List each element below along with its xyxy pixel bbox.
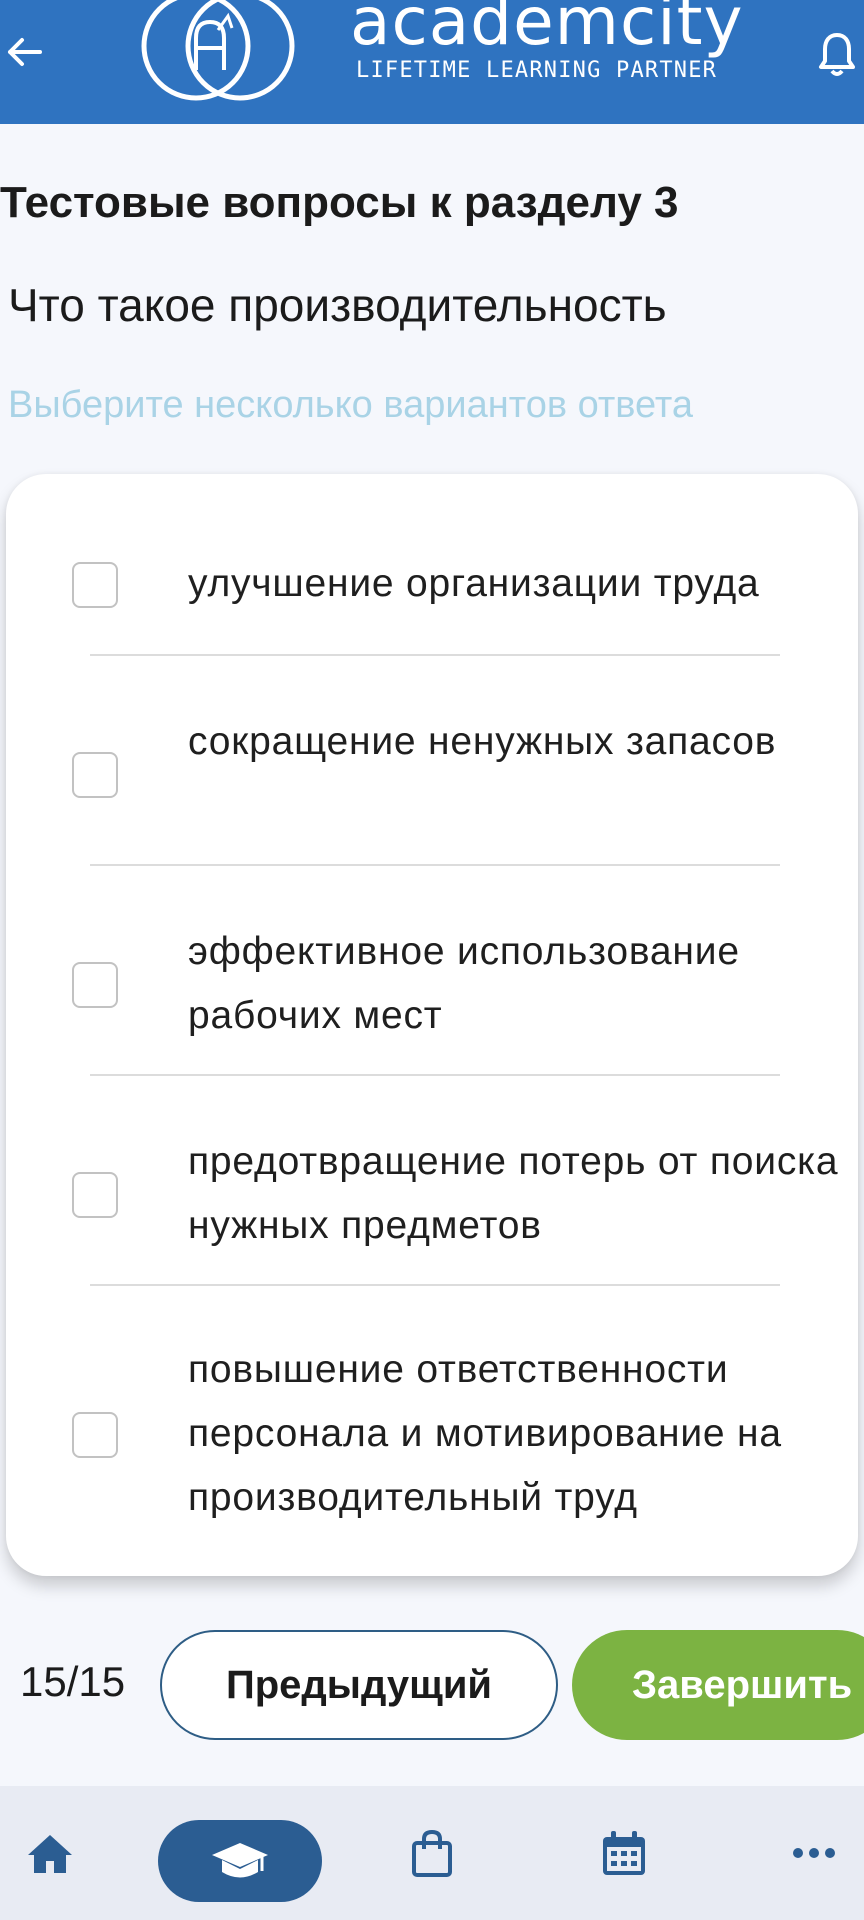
option-2[interactable]: сокращение ненужных запасов xyxy=(6,704,858,844)
option-checkbox[interactable] xyxy=(72,1412,118,1458)
answer-hint: Выберите несколько вариантов ответа xyxy=(8,384,694,426)
question-text: Что такое производительность xyxy=(8,279,667,331)
calendar-icon xyxy=(603,1831,645,1875)
back-button[interactable] xyxy=(0,22,48,82)
nav-home[interactable] xyxy=(10,1786,90,1920)
option-label: повышение ответственности персонала и мо… xyxy=(188,1348,782,1519)
nav-courses[interactable] xyxy=(158,1820,322,1902)
option-label: сокращение ненужных запасов xyxy=(188,720,777,763)
finish-button[interactable]: Завершить xyxy=(572,1630,864,1740)
option-label: эффективное использование рабочих мест xyxy=(188,930,740,1037)
nav-shop[interactable] xyxy=(392,1786,472,1920)
option-label: улучшение организации труда xyxy=(188,562,760,605)
question-counter: 15/15 xyxy=(20,1658,126,1705)
divider xyxy=(90,1284,780,1286)
option-3[interactable]: эффективное использование рабочих мест xyxy=(6,914,858,1054)
options-card: улучшение организации труда сокращение н… xyxy=(6,474,858,1576)
option-5[interactable]: повышение ответственности персонала и мо… xyxy=(6,1330,858,1530)
bell-icon xyxy=(819,33,855,76)
graduation-cap-icon xyxy=(212,1843,268,1878)
arrow-left-icon xyxy=(8,38,42,66)
divider xyxy=(90,1074,780,1076)
logo-wordmark: academcity xyxy=(350,0,744,60)
notifications-button[interactable] xyxy=(812,24,862,84)
home-icon xyxy=(28,1835,72,1873)
bottom-nav xyxy=(0,1786,864,1920)
logo-mark xyxy=(141,0,295,101)
app-header: academcity LIFETIME LEARNING PARTNER xyxy=(0,0,864,124)
academcity-logo: academcity LIFETIME LEARNING PARTNER xyxy=(128,0,743,108)
nav-more[interactable] xyxy=(774,1786,854,1920)
option-checkbox[interactable] xyxy=(72,752,118,798)
option-checkbox[interactable] xyxy=(72,562,118,608)
nav-calendar[interactable] xyxy=(584,1786,664,1920)
logo-tagline: LIFETIME LEARNING PARTNER xyxy=(356,58,718,83)
divider xyxy=(90,654,780,656)
option-4[interactable]: предотвращение потерь от поиска нужных п… xyxy=(6,1124,858,1264)
option-checkbox[interactable] xyxy=(72,1172,118,1218)
shopping-bag-icon xyxy=(412,1829,452,1877)
option-1[interactable]: улучшение организации труда xyxy=(6,534,858,634)
option-checkbox[interactable] xyxy=(72,962,118,1008)
previous-button[interactable]: Предыдущий xyxy=(160,1630,558,1740)
section-title: Тестовые вопросы к разделу 3 xyxy=(0,178,679,227)
divider xyxy=(90,864,780,866)
option-label: предотвращение потерь от поиска нужных п… xyxy=(188,1140,839,1247)
more-icon xyxy=(793,1848,835,1858)
